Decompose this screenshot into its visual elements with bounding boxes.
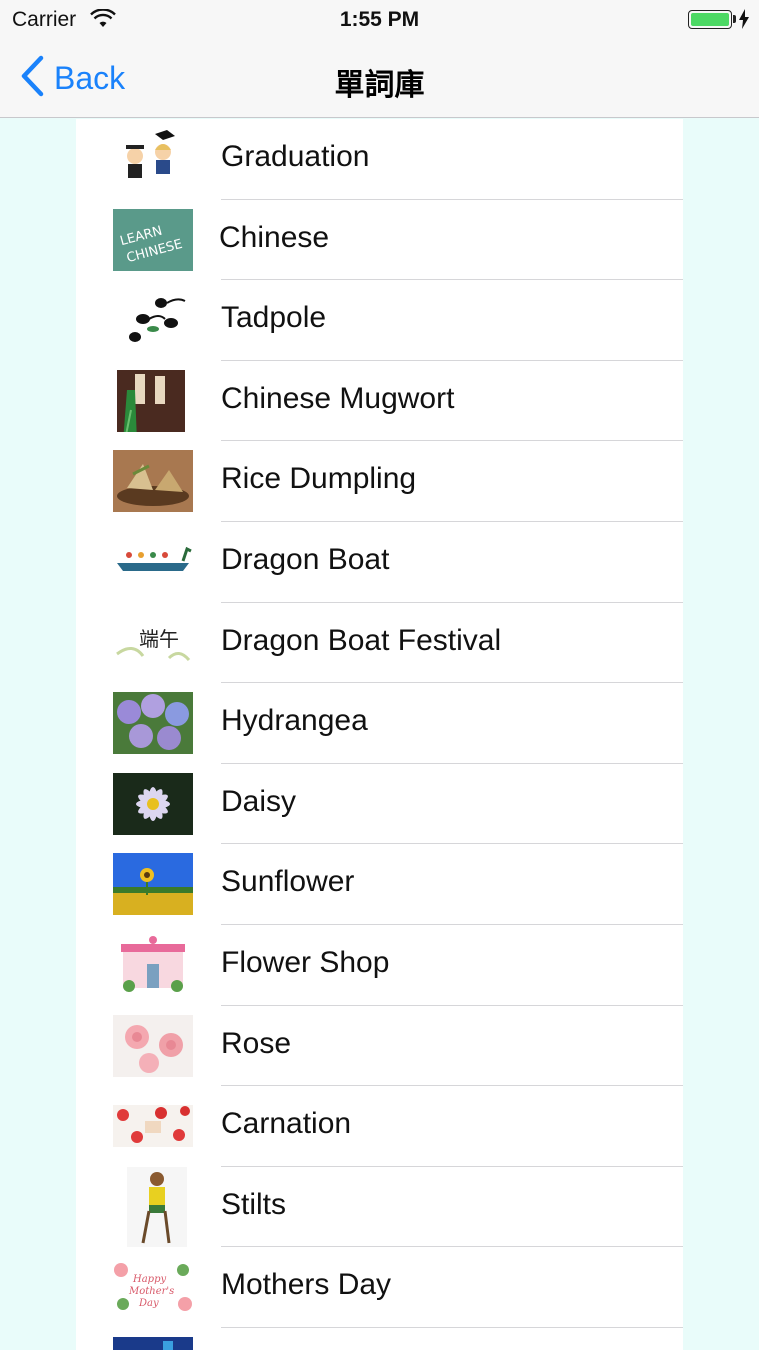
- festival-icon: 端午: [113, 611, 193, 674]
- item-label: Tadpole: [221, 301, 327, 335]
- list-item[interactable]: Happy Mother's Day Mothers Day: [76, 1247, 683, 1328]
- list-item[interactable]: Dragon Boat: [76, 522, 683, 603]
- item-label: Graduation: [221, 140, 370, 173]
- mugwort-icon: [113, 369, 193, 432]
- navigation-bar: Back 單詞庫: [0, 40, 759, 118]
- list-item[interactable]: Graduation: [76, 119, 683, 200]
- list-item[interactable]: 端午 Dragon Boat Festival: [76, 603, 683, 684]
- list-item[interactable]: Chinese Mugwort: [76, 361, 683, 442]
- list-item[interactable]: Hydrangea: [76, 683, 683, 764]
- item-label: Rose: [221, 1026, 292, 1060]
- item-label: Stilts: [221, 1187, 287, 1221]
- list-item[interactable]: Flower Shop: [76, 925, 683, 1006]
- battery-icon: [688, 10, 732, 29]
- svg-text:Happy: Happy: [132, 1274, 166, 1285]
- rose-icon: [113, 1014, 193, 1077]
- page-title: 單詞庫: [334, 69, 425, 102]
- rice-dumpling-icon: [113, 450, 193, 513]
- list-item[interactable]: Daisy: [76, 764, 683, 845]
- clock: 1:55 PM: [339, 8, 420, 31]
- status-bar: Carrier 1:55 PM: [0, 0, 759, 40]
- list-item[interactable]: Tadpole: [76, 280, 683, 361]
- svg-text:Day: Day: [138, 1298, 159, 1309]
- list-item[interactable]: [76, 1328, 683, 1350]
- item-label: Flower Shop: [221, 945, 390, 979]
- item-label: Hydrangea: [221, 704, 368, 738]
- flower-shop-icon: [113, 933, 193, 996]
- item-label: Daisy: [221, 784, 297, 818]
- svg-text:Mother's: Mother's: [128, 1286, 174, 1297]
- graduation-icon: [113, 128, 193, 190]
- stilts-icon: [127, 1166, 187, 1247]
- tadpole-icon: [113, 289, 193, 352]
- item-label: Rice Dumpling: [221, 462, 417, 496]
- item-label: Sunflower: [221, 865, 355, 899]
- carnation-icon: [113, 1095, 193, 1158]
- partial-thumbnail-icon: [113, 1336, 193, 1350]
- dragon-boat-icon: [113, 530, 193, 593]
- mothers-day-icon: Happy Mother's Day: [113, 1256, 193, 1319]
- svg-text:端午: 端午: [139, 627, 179, 651]
- item-label: Dragon Boat Festival: [221, 623, 502, 657]
- sunflower-icon: [113, 853, 193, 916]
- list-item[interactable]: Carnation: [76, 1086, 683, 1167]
- item-label: Carnation: [221, 1107, 352, 1141]
- charging-bolt-icon: [738, 9, 750, 35]
- list-item[interactable]: Rice Dumpling: [76, 441, 683, 522]
- item-label: Dragon Boat: [221, 542, 390, 576]
- word-list: Graduation LEARN CHINESE Chinese Tadpole…: [76, 119, 683, 1350]
- hydrangea-icon: [113, 692, 193, 755]
- list-item[interactable]: LEARN CHINESE Chinese: [76, 200, 683, 281]
- battery-cap: [733, 15, 736, 23]
- learn-chinese-icon: LEARN CHINESE: [113, 208, 193, 271]
- list-item[interactable]: Rose: [76, 1006, 683, 1087]
- list-item[interactable]: Sunflower: [76, 844, 683, 925]
- item-label: Chinese Mugwort: [221, 381, 455, 415]
- item-label: Mothers Day: [221, 1268, 392, 1302]
- list-item[interactable]: Stilts: [76, 1166, 683, 1248]
- item-label: Chinese: [219, 220, 330, 254]
- daisy-icon: [113, 772, 193, 835]
